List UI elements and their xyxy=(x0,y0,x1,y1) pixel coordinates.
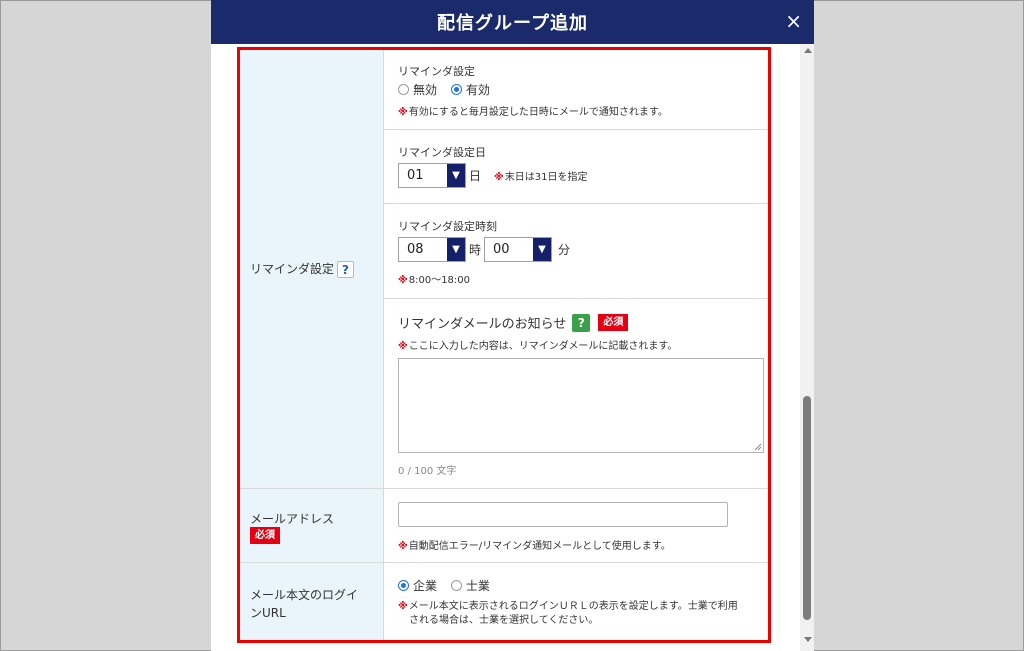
minute-select-value: 00 xyxy=(493,242,510,257)
resize-handle-icon[interactable] xyxy=(754,443,762,451)
reminder-message-cell: リマインダメールのお知らせ ? 必須 ※ここに入力した内容は、リマインダメールに… xyxy=(384,299,768,488)
login-url-label-line1: メール本文のログイ xyxy=(250,588,359,602)
reminder-setting-note: ※有効にすると毎月設定した日時にメールで通知されます。 xyxy=(398,103,668,118)
email-label: メールアドレス xyxy=(250,512,335,526)
radio-disabled-label: 無効 xyxy=(413,83,438,97)
email-required-wrap: 必須 xyxy=(250,527,280,544)
minute-unit: 分 xyxy=(558,243,571,257)
asterisk-icon: ※ xyxy=(494,172,504,183)
reminder-label: リマインダ設定? xyxy=(250,260,355,278)
login-url-label-line2: ンURL xyxy=(250,606,286,620)
radio-company-circle[interactable] xyxy=(398,580,409,591)
day-unit: 日 xyxy=(469,169,482,183)
reminder-message-note-text: ここに入力した内容は、リマインダメールに記載されます。 xyxy=(408,341,678,352)
hour-select-value: 08 xyxy=(407,242,424,257)
character-counter: 0 / 100 文字 xyxy=(398,466,457,477)
reminder-time-row: 08 ▼ 時 00 ▼ 分 xyxy=(398,237,573,262)
scrollbar-thumb[interactable] xyxy=(803,396,811,620)
reminder-label-text: リマインダ設定 xyxy=(250,262,335,276)
dialog-title: 配信グループ追加 xyxy=(437,13,588,34)
reminder-time-label: リマインダ設定時刻 xyxy=(398,220,497,233)
required-badge: 必須 xyxy=(598,314,629,331)
radio-enabled-label: 有効 xyxy=(465,83,490,97)
hour-unit: 時 xyxy=(469,243,482,257)
hour-select[interactable]: 08 ▼ xyxy=(398,237,466,262)
reminder-day-row: 01 ▼ 日 ※末日は31日を指定 xyxy=(398,163,587,188)
reminder-time-cell: リマインダ設定時刻 08 ▼ 時 00 ▼ 分 ※8:00〜18:00 xyxy=(384,204,768,298)
radio-company-label: 企業 xyxy=(413,579,438,593)
question-icon[interactable]: ? xyxy=(337,261,355,278)
required-badge: 必須 xyxy=(250,527,280,544)
reminder-message-label: リマインダメールのお知らせ xyxy=(398,317,567,332)
reminder-day-note: ※末日は31日を指定 xyxy=(494,168,587,183)
reminder-message-note: ※ここに入力した内容は、リマインダメールに記載されます。 xyxy=(398,337,677,352)
radio-enabled[interactable]: 有効 xyxy=(450,81,490,98)
reminder-label-cell: リマインダ設定? xyxy=(240,50,384,488)
asterisk-icon: ※ xyxy=(398,275,408,286)
reminder-setting-label: リマインダ設定 xyxy=(398,65,475,78)
day-select-value: 01 xyxy=(407,168,424,183)
reminder-day-note-text: 末日は31日を指定 xyxy=(504,172,588,183)
chevron-down-icon[interactable]: ▼ xyxy=(533,238,552,261)
dialog-header: 配信グループ追加 × xyxy=(211,0,814,44)
asterisk-icon: ※ xyxy=(398,601,408,612)
question-icon[interactable]: ? xyxy=(572,313,591,332)
login-url-value-cell: 企業 士業 ※メール本文に表示されるログインＵＲＬの表示を設定します。士業で利用… xyxy=(384,563,768,640)
scroll-up-icon[interactable] xyxy=(804,48,812,53)
reminder-day-cell: リマインダ設定日 01 ▼ 日 ※末日は31日を指定 xyxy=(384,130,768,203)
radio-company[interactable]: 企業 xyxy=(398,577,437,594)
chevron-down-icon[interactable]: ▼ xyxy=(447,238,465,261)
login-url-label-cell: メール本文のログイ ンURL xyxy=(240,563,384,640)
radio-enabled-circle[interactable] xyxy=(450,84,462,95)
reminder-time-note-text: 8:00〜18:00 xyxy=(408,275,471,286)
radio-professional-circle[interactable] xyxy=(450,580,462,591)
email-note-text: 自動配信エラー/リマインダ通知メールとして使用します。 xyxy=(408,541,671,552)
email-value-cell: ※自動配信エラー/リマインダ通知メールとして使用します。 xyxy=(384,489,768,562)
minute-select[interactable]: 00 ▼ xyxy=(484,237,553,262)
radio-professional-label: 士業 xyxy=(465,579,490,593)
reminder-message-textarea[interactable] xyxy=(398,358,764,453)
day-select[interactable]: 01 ▼ xyxy=(398,163,466,188)
add-distribution-group-dialog: 配信グループ追加 × リマインダ設定? リマインダ設定 無効 有効 ※有効にする… xyxy=(211,0,814,651)
login-url-radio-group: 企業 士業 xyxy=(398,577,500,594)
form-table: リマインダ設定? リマインダ設定 無効 有効 ※有効にすると毎月設定した日時にメ… xyxy=(237,47,771,643)
radio-professional[interactable]: 士業 xyxy=(450,577,490,594)
login-url-note-line2: される場合は、士業を選択してください。 xyxy=(409,615,599,626)
reminder-day-label: リマインダ設定日 xyxy=(398,146,486,159)
email-note: ※自動配信エラー/リマインダ通知メールとして使用します。 xyxy=(398,537,671,552)
login-url-label: メール本文のログイ ンURL xyxy=(250,586,358,622)
asterisk-icon: ※ xyxy=(398,107,408,118)
email-field[interactable] xyxy=(398,502,728,527)
reminder-setting-radio-group: 無効 有効 xyxy=(398,81,500,98)
chevron-down-icon[interactable]: ▼ xyxy=(447,164,465,187)
reminder-setting-note-text: 有効にすると毎月設定した日時にメールで通知されます。 xyxy=(408,107,668,118)
asterisk-icon: ※ xyxy=(398,341,408,352)
close-icon[interactable]: × xyxy=(785,10,802,32)
reminder-time-note: ※8:00〜18:00 xyxy=(398,271,470,286)
scroll-down-icon[interactable] xyxy=(804,637,812,642)
radio-disabled[interactable]: 無効 xyxy=(398,81,437,98)
login-url-note-line1: メール本文に表示されるログインＵＲＬの表示を設定します。士業で利用 xyxy=(408,601,738,612)
email-label-cell: メールアドレス 必須 xyxy=(240,489,384,562)
reminder-message-header: リマインダメールのお知らせ ? 必須 xyxy=(398,313,629,332)
asterisk-icon: ※ xyxy=(398,541,408,552)
radio-disabled-circle[interactable] xyxy=(398,84,409,95)
login-url-note: ※メール本文に表示されるログインＵＲＬの表示を設定します。士業で利用 される場合… xyxy=(398,600,738,628)
